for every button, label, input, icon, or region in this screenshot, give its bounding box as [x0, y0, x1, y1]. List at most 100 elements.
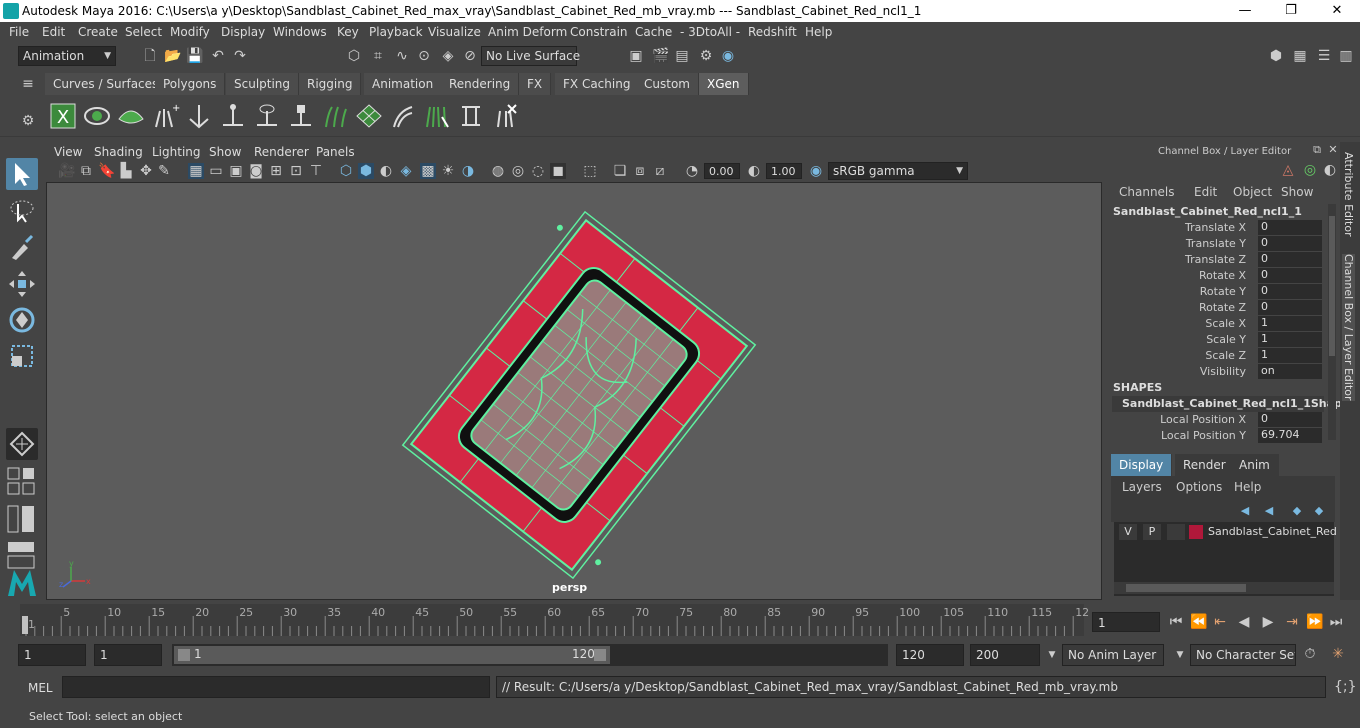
image-plane-icon[interactable]: ▙	[118, 163, 134, 179]
attr-rotate-y[interactable]: Rotate Y0	[1112, 284, 1328, 300]
vp-menu-renderer[interactable]: Renderer	[254, 145, 309, 159]
layer-hscrollbar[interactable]	[1114, 582, 1334, 594]
channel-icon-a[interactable]: ◬	[1280, 162, 1296, 178]
step-forward-key-icon[interactable]: ⏩	[1306, 614, 1323, 630]
menu-select[interactable]: Select	[125, 25, 162, 39]
maximize-button[interactable]: ❐	[1268, 0, 1314, 22]
guide-length-icon[interactable]	[218, 101, 248, 131]
resolution-gate-icon[interactable]: ▣	[228, 163, 244, 179]
channelbox-scrollbar[interactable]	[1328, 204, 1336, 440]
new-layer-icon[interactable]: ◆	[1289, 503, 1305, 519]
cb-menu-object[interactable]: Object	[1233, 185, 1272, 199]
tab-animation[interactable]: Animation	[364, 73, 443, 95]
layer-menu-layers[interactable]: Layers	[1122, 480, 1162, 494]
tab-rendering[interactable]: Rendering	[441, 73, 520, 95]
range-bar[interactable]: 1 120	[172, 644, 888, 666]
layer-color-swatch[interactable]	[1189, 525, 1203, 539]
guide-visibility-icon[interactable]	[252, 101, 282, 131]
groom-brush-icon[interactable]	[422, 101, 452, 131]
scrollbar-thumb[interactable]	[1329, 216, 1335, 356]
channel-icon-c[interactable]: ◐	[1322, 162, 1338, 178]
move-layer-down-icon[interactable]: ◀	[1261, 503, 1277, 519]
layer-name[interactable]: Sandblast_Cabinet_Red	[1208, 525, 1337, 538]
safe-title-icon[interactable]: ⊤	[308, 163, 324, 179]
vp-menu-view[interactable]: View	[54, 145, 82, 159]
tab-channel-box-layer-editor[interactable]: Channel Box / Layer Editor	[1342, 254, 1355, 401]
attr-translate-x[interactable]: Translate X0	[1112, 220, 1328, 236]
hscrollbar-thumb[interactable]	[1126, 584, 1246, 592]
shelf-menu-icon[interactable]: ≡	[20, 76, 36, 92]
new-layer-selected-icon[interactable]: ◆	[1311, 503, 1327, 519]
menu-playback[interactable]: Playback	[369, 25, 423, 39]
animation-preferences-icon[interactable]: ✳	[1330, 646, 1346, 662]
range-end-handle[interactable]	[594, 649, 606, 661]
exposure-icon[interactable]: ◔	[684, 163, 700, 179]
layout-icon[interactable]: ▦	[1292, 48, 1308, 64]
move-tool-icon[interactable]	[6, 268, 38, 300]
menu-display[interactable]: Display	[221, 25, 265, 39]
tab-rigging[interactable]: Rigging	[299, 73, 362, 95]
cb-menu-show[interactable]: Show	[1281, 185, 1313, 199]
menu-windows[interactable]: Windows	[273, 25, 327, 39]
add-guide-icon[interactable]: +	[150, 101, 180, 131]
vp-menu-panels[interactable]: Panels	[316, 145, 355, 159]
auto-key-icon[interactable]: ⏱	[1302, 646, 1318, 662]
workspace-icon[interactable]: ⬢	[1268, 48, 1284, 64]
cb-menu-edit[interactable]: Edit	[1194, 185, 1217, 199]
move-layer-up-icon[interactable]: ◀	[1237, 503, 1253, 519]
cb-menu-channels[interactable]: Channels	[1119, 185, 1175, 199]
step-back-key-icon[interactable]: ⏪	[1190, 614, 1207, 630]
xray-icon[interactable]: ◍	[490, 163, 506, 179]
menu-anim-deform[interactable]: Anim Deform	[488, 25, 567, 39]
menu-create[interactable]: Create	[78, 25, 118, 39]
attr-local-position-x[interactable]: Local Position X0	[1112, 412, 1328, 428]
guide-lock-icon[interactable]	[286, 101, 316, 131]
chevron-down-icon[interactable]: ▼	[1172, 647, 1188, 663]
tab-sculpting[interactable]: Sculpting	[226, 73, 300, 95]
smooth-shade-icon[interactable]: ⬢	[358, 163, 374, 179]
camera-select-icon[interactable]: 🎥	[58, 163, 75, 179]
tab-xgen[interactable]: XGen	[699, 73, 749, 95]
snap-point-icon[interactable]: ⊙	[416, 48, 432, 64]
menu-file[interactable]: File	[9, 25, 29, 39]
menu-3dtoall[interactable]: - 3DtoAll -	[680, 25, 740, 39]
single-view-layout-icon[interactable]	[6, 428, 38, 460]
gamma-field[interactable]: 1.00	[766, 163, 802, 179]
film-gate-icon[interactable]: ▭	[208, 163, 224, 179]
layer-display-type-toggle[interactable]	[1167, 524, 1185, 540]
grease-pencil-icon[interactable]: ✎	[156, 163, 172, 179]
render-frame-icon[interactable]: 🎬	[652, 48, 669, 64]
rotate-tool-icon[interactable]	[6, 304, 38, 336]
guide-attract-icon[interactable]	[388, 101, 418, 131]
viewport-canvas[interactable]: x y z persp	[46, 182, 1102, 600]
script-editor-icon[interactable]: {;}	[1334, 679, 1357, 695]
ipr-render-icon[interactable]: ▤	[674, 48, 690, 64]
scale-tool-icon[interactable]	[6, 340, 38, 372]
chevron-down-icon[interactable]: ▼	[1044, 647, 1060, 663]
attr-scale-z[interactable]: Scale Z1	[1112, 348, 1328, 364]
mel-label[interactable]: MEL	[28, 681, 53, 695]
isolate-select-icon[interactable]: ◼	[550, 163, 566, 179]
close-button[interactable]: ✕	[1314, 0, 1360, 22]
menu-constrain[interactable]: Constrain	[570, 25, 628, 39]
close-panel-icon[interactable]: ✕	[1325, 142, 1341, 158]
colorspace-dropdown[interactable]: sRGB gamma ▼	[828, 162, 968, 180]
tab-fx-caching[interactable]: FX Caching	[555, 73, 640, 95]
menu-help[interactable]: Help	[805, 25, 832, 39]
snap-curve-icon[interactable]: ∿	[394, 48, 410, 64]
channel-icon-b[interactable]: ◎	[1302, 162, 1318, 178]
new-scene-icon[interactable]: 🗋	[142, 48, 158, 64]
use-all-lights-icon[interactable]: ☀	[440, 163, 456, 179]
xgen-create-description-icon[interactable]	[116, 101, 146, 131]
paint-select-icon[interactable]	[6, 232, 38, 264]
channel-box-toggle-icon[interactable]: ▥	[1338, 48, 1354, 64]
attr-rotate-x[interactable]: Rotate X0	[1112, 268, 1328, 284]
save-scene-icon[interactable]: 💾	[186, 48, 203, 64]
exposure-field[interactable]: 0.00	[704, 163, 740, 179]
open-scene-icon[interactable]: 📂	[164, 48, 181, 64]
minimize-button[interactable]: —	[1222, 0, 1268, 22]
menu-redshift[interactable]: Redshift	[748, 25, 797, 39]
tab-anim[interactable]: Anim	[1231, 454, 1279, 476]
guide-cut-icon[interactable]	[456, 101, 486, 131]
guide-sculpt-icon[interactable]	[320, 101, 350, 131]
